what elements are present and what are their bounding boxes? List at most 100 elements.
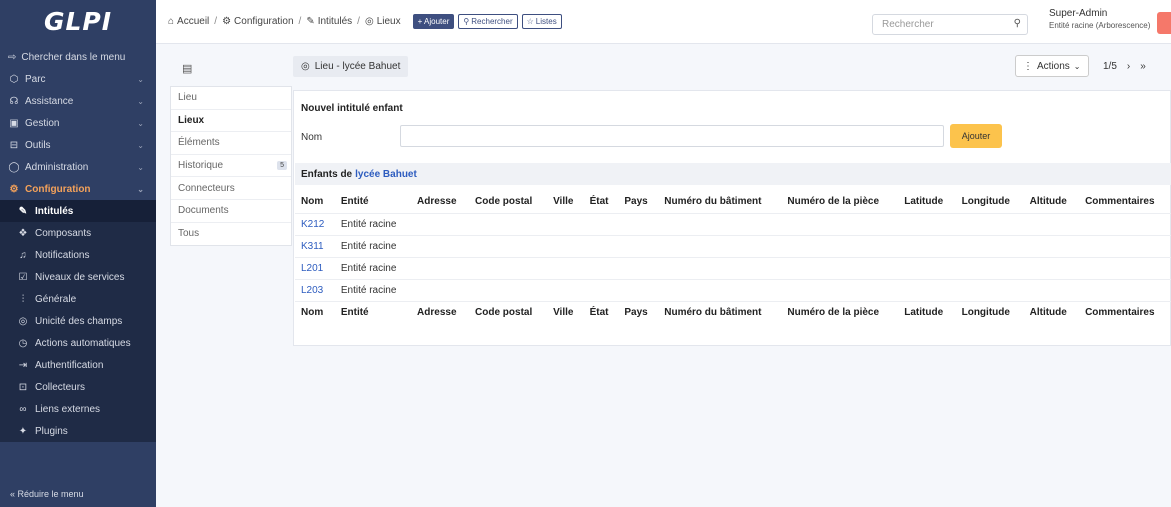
checklist-icon: ☑ xyxy=(18,271,28,283)
column-header[interactable]: Ville xyxy=(547,191,584,213)
fingerprint-icon: ◎ xyxy=(18,315,28,327)
submenu-item-actions-automatiques[interactable]: ◷ Actions automatiques xyxy=(0,332,156,354)
search-button[interactable]: ⚲ Rechercher xyxy=(458,14,518,29)
lists-button-label: Listes xyxy=(535,17,557,26)
table-row: L201 Entité racine xyxy=(295,256,1171,279)
column-header[interactable]: Commentaires xyxy=(1079,191,1171,213)
sidebar-item-configuration[interactable]: ⚙ Configuration ⌄ xyxy=(0,178,156,200)
sidebar-item-administration[interactable]: ◯ Administration ⌄ xyxy=(0,156,156,178)
submenu-item-label: Notifications xyxy=(35,249,90,261)
global-search-input[interactable]: Rechercher ⚲ xyxy=(872,14,1028,35)
tab-tous[interactable]: Tous xyxy=(171,223,291,246)
tab-documents[interactable]: Documents xyxy=(171,200,291,223)
collapse-menu-label: Réduire le menu xyxy=(17,489,84,499)
column-header[interactable]: Numéro du bâtiment xyxy=(658,191,781,213)
submenu-item-label: Intitulés xyxy=(35,205,74,217)
content-header: ▤ ◎ Lieu - lycée Bahuet ⋮ Actions ⌄ 1/5 … xyxy=(156,44,1171,88)
submenu-item-plugins[interactable]: ✦ Plugins xyxy=(0,420,156,442)
sidebar-item-gestion[interactable]: ▣ Gestion ⌄ xyxy=(0,112,156,134)
tab-connecteurs[interactable]: Connecteurs xyxy=(171,177,291,200)
location-link[interactable]: K311 xyxy=(301,241,324,252)
children-header: Enfants de lycée Bahuet xyxy=(295,163,1171,185)
tab-elements[interactable]: Éléments xyxy=(171,132,291,155)
submenu-item-generale[interactable]: ⫶ Générale xyxy=(0,288,156,310)
column-header[interactable]: Latitude xyxy=(898,191,955,213)
submenu-item-unicite-des-champs[interactable]: ◎ Unicité des champs xyxy=(0,310,156,332)
pager-position: 1/5 xyxy=(1103,61,1117,72)
breadcrumb-configuration[interactable]: Configuration xyxy=(234,16,293,27)
entity-cell: Entité racine xyxy=(334,212,412,235)
column-header[interactable]: Pays xyxy=(618,191,658,213)
submit-add-button[interactable]: Ajouter xyxy=(950,124,1002,148)
submenu-item-liens-externes[interactable]: ∞ Liens externes xyxy=(0,398,156,420)
next-icon[interactable]: › xyxy=(1127,61,1130,72)
puzzle-icon: ✦ xyxy=(18,425,28,437)
tab-lieux[interactable]: Lieux xyxy=(171,109,291,133)
item-title: ◎ Lieu - lycée Bahuet xyxy=(293,56,409,77)
children-title-prefix: Enfants de xyxy=(301,168,353,180)
column-header[interactable]: Numéro de la pièce xyxy=(781,191,898,213)
double-chevron-left-icon: « xyxy=(10,489,16,499)
components-icon: ❖ xyxy=(18,227,28,239)
lists-button[interactable]: ☆ Listes xyxy=(521,14,562,29)
column-footer: Numéro de la pièce xyxy=(781,300,899,323)
chevron-down-icon: ⌄ xyxy=(137,118,144,128)
breadcrumb-accueil[interactable]: Accueil xyxy=(177,16,209,27)
tab-historique[interactable]: Historique 5 xyxy=(171,155,291,178)
chevron-down-icon: ⌄ xyxy=(137,140,144,150)
search-icon: ⚲ xyxy=(463,17,470,26)
submenu-item-authentification[interactable]: ⇥ Authentification xyxy=(0,354,156,376)
submenu-item-label: Unicité des champs xyxy=(35,315,123,327)
column-header[interactable]: Code postal xyxy=(469,191,547,213)
bell-icon: ♫ xyxy=(19,249,27,261)
sidebar-item-parc[interactable]: ⬡ Parc ⌄ xyxy=(0,68,156,90)
column-header[interactable]: Entité xyxy=(335,191,411,213)
column-header[interactable]: Longitude xyxy=(956,191,1024,213)
actions-dropdown[interactable]: ⋮ Actions ⌄ xyxy=(1015,55,1089,77)
avatar[interactable] xyxy=(1157,12,1171,34)
parent-link[interactable]: lycée Bahuet xyxy=(355,169,417,180)
column-header[interactable]: Adresse xyxy=(411,191,469,213)
column-footer: Nom xyxy=(295,300,335,323)
last-icon[interactable]: » xyxy=(1140,61,1146,72)
column-header[interactable]: État xyxy=(584,191,619,213)
submenu-item-label: Générale xyxy=(35,293,77,305)
location-link[interactable]: K212 xyxy=(301,219,324,230)
pager: 1/5 › » xyxy=(1103,61,1146,72)
list-icon[interactable]: ▤ xyxy=(182,62,192,75)
submenu-item-intitules[interactable]: ✎ Intitulés xyxy=(0,200,156,222)
name-input[interactable] xyxy=(400,125,944,147)
user-entity: Entité racine (Arborescence) xyxy=(1049,21,1151,30)
submenu-item-composants[interactable]: ❖ Composants xyxy=(0,222,156,244)
submenu-item-notifications[interactable]: ♫ Notifications xyxy=(0,244,156,266)
table-row: L203 Entité racine xyxy=(295,278,1171,301)
glpi-logo[interactable]: GLPI xyxy=(0,0,156,42)
location-link[interactable]: L203 xyxy=(301,285,323,296)
home-icon: ⌂ xyxy=(168,16,175,27)
column-header[interactable]: Altitude xyxy=(1024,191,1079,213)
edit-icon: ✎ xyxy=(306,16,315,27)
column-footer: État xyxy=(583,300,619,323)
breadcrumb-lieux[interactable]: Lieux xyxy=(377,16,401,27)
search-icon[interactable]: ⚲ xyxy=(1014,18,1021,29)
table-header-row: Nom Entité Adresse Code postal Ville Éta… xyxy=(295,191,1171,213)
location-link[interactable]: L201 xyxy=(301,263,323,274)
sidebar-item-label: Configuration xyxy=(25,183,91,195)
add-button[interactable]: + Ajouter xyxy=(412,14,455,29)
sliders-icon: ⫶ xyxy=(21,293,25,305)
submenu-item-niveaux-de-services[interactable]: ☑ Niveaux de services xyxy=(0,266,156,288)
form-title: Nouvel intitulé enfant xyxy=(301,103,403,114)
column-header[interactable]: Nom xyxy=(295,191,335,213)
breadcrumb-separator: / xyxy=(214,16,218,27)
menu-search[interactable]: ⇨ Chercher dans le menu xyxy=(0,46,156,68)
submenu-item-collecteurs[interactable]: ⊡ Collecteurs xyxy=(0,376,156,398)
user-menu[interactable]: Super-Admin Entité racine (Arborescence) xyxy=(1049,8,1150,30)
breadcrumb-intitules[interactable]: Intitulés xyxy=(318,16,352,27)
entity-cell: Entité racine xyxy=(334,234,412,257)
sidebar-item-assistance[interactable]: ☊ Assistance ⌄ xyxy=(0,90,156,112)
collapse-menu-button[interactable]: « Réduire le menu xyxy=(10,489,84,499)
submenu-item-label: Collecteurs xyxy=(35,381,86,393)
gear-icon: ⚙ xyxy=(9,183,19,195)
sidebar-item-outils[interactable]: ⊟ Outils ⌄ xyxy=(0,134,156,156)
tab-lieu[interactable]: Lieu xyxy=(171,87,291,110)
